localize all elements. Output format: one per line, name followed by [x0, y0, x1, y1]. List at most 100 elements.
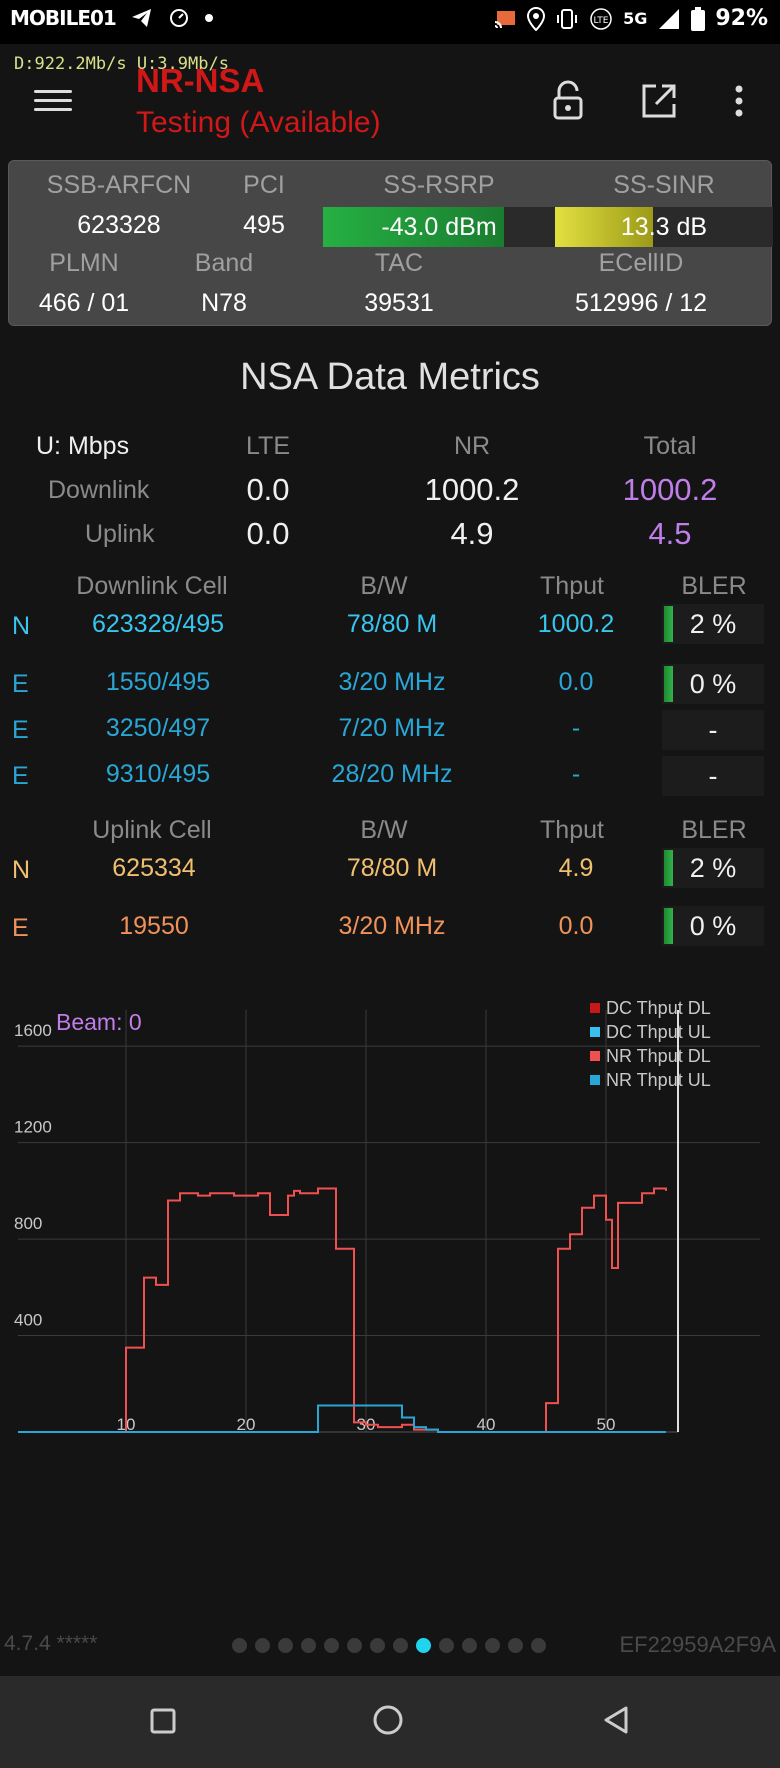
page-dot[interactable] — [347, 1638, 362, 1653]
beam-annotation: Beam: 0 — [56, 1009, 142, 1035]
pci-label: PCI — [243, 171, 285, 199]
uplink-label: Uplink — [85, 520, 155, 548]
unlock-icon[interactable] — [545, 78, 591, 124]
rsrp-meter: -43.0 dBm — [323, 207, 555, 247]
metrics-title: NSA Data Metrics — [240, 356, 540, 398]
ul-row-bler: 2 % — [662, 848, 764, 888]
recents-icon[interactable] — [142, 1700, 182, 1740]
dl-row-type: E — [12, 762, 29, 790]
page-dot[interactable] — [531, 1638, 546, 1653]
page-dot[interactable] — [301, 1638, 316, 1653]
rsrp-label: SS-RSRP — [383, 171, 495, 199]
ul-row-cell: 19550 — [119, 912, 189, 940]
location-icon — [527, 6, 546, 31]
bler-value: - — [708, 761, 718, 791]
downlink-total-value: 1000.2 — [622, 472, 718, 507]
ul-row-bler: 0 % — [662, 906, 764, 946]
battery-percent: 92% — [715, 6, 768, 31]
col-total-header: Total — [643, 432, 697, 460]
legend-swatch — [590, 1051, 600, 1061]
downlink-lte-value: 0.0 — [246, 472, 290, 507]
dl-row-bw: 3/20 MHz — [338, 668, 446, 696]
legend-swatch — [590, 1027, 600, 1037]
brand-logo: MOBILE01 — [10, 6, 117, 30]
page-dot[interactable] — [416, 1638, 431, 1653]
y-tick-label: 800 — [14, 1214, 42, 1233]
app-version: 4.7.4 ***** — [4, 1632, 98, 1655]
page-dot[interactable] — [508, 1638, 523, 1653]
bler-value: 0 % — [689, 911, 737, 941]
bler-value: 2 % — [689, 853, 737, 883]
page-dot[interactable] — [278, 1638, 293, 1653]
legend-label: NR Thput UL — [606, 1070, 711, 1090]
dl-bw-header: B/W — [360, 572, 408, 600]
page-dot[interactable] — [462, 1638, 477, 1653]
tac-label: TAC — [374, 249, 424, 277]
uplink-nr-value: 4.9 — [450, 516, 494, 551]
volte-icon: LTE — [590, 7, 612, 30]
navigation-bar — [0, 1676, 780, 1768]
throughput-chart-svg: 10 20 30 40 5040080012001600 Beam: 0DC Thput … — [14, 998, 760, 1434]
status-bar: MOBILE01 LTE 5G 92% — [0, 0, 780, 44]
y-tick-label: 1600 — [14, 1021, 52, 1040]
dl-row-bler: 2 % — [662, 604, 764, 644]
dl-bler-header: BLER — [681, 572, 747, 600]
menu-icon[interactable] — [34, 84, 72, 114]
signal-icon — [659, 8, 680, 29]
dl-row-thput: 1000.2 — [537, 610, 615, 638]
home-icon[interactable] — [368, 1700, 408, 1740]
y-tick-label: 1200 — [14, 1118, 52, 1137]
series-line — [18, 1187, 667, 1433]
page-dot[interactable] — [324, 1638, 339, 1653]
uplink-lte-value: 0.0 — [246, 516, 290, 551]
dl-row-thput: 0.0 — [558, 668, 594, 696]
ul-bler-header: BLER — [681, 816, 747, 844]
unit-label: U: Mbps — [36, 432, 130, 460]
footer: 4.7.4 ***** EF22959A2F9A — [0, 1630, 780, 1674]
page-dot[interactable] — [485, 1638, 500, 1653]
back-icon[interactable] — [596, 1700, 636, 1740]
dl-row-type: N — [12, 612, 31, 640]
cast-icon — [494, 10, 516, 28]
sinr-meter: 13.3 dB — [555, 207, 773, 247]
dl-cell-header: Downlink Cell — [76, 572, 228, 600]
svg-text:LTE: LTE — [594, 16, 609, 26]
band-value: N78 — [201, 289, 247, 317]
sinr-value: 13.3 dB — [620, 213, 708, 241]
dl-row-thput: - — [571, 714, 581, 742]
app-bar: D:922.2Mb/s U:3.9Mb/s NR-NSA Testing (Av… — [0, 44, 780, 154]
dl-row-bw: 78/80 M — [346, 610, 438, 638]
more-vert-icon[interactable] — [716, 78, 762, 124]
arfcn-value: 623328 — [77, 211, 161, 239]
page-dot[interactable] — [439, 1638, 454, 1653]
bler-value: 2 % — [689, 609, 737, 639]
tac-value: 39531 — [364, 289, 434, 317]
page-dot[interactable] — [232, 1638, 247, 1653]
downlink-label: Downlink — [48, 476, 150, 504]
page-dot[interactable] — [370, 1638, 385, 1653]
cell-info-card: SSB-ARFCN PCI SS-RSRP SS-SINR 623328 495… — [8, 160, 773, 326]
share-icon[interactable] — [636, 78, 682, 124]
col-nr-header: NR — [453, 432, 491, 460]
page-dot[interactable] — [255, 1638, 270, 1653]
battery-icon — [691, 6, 706, 31]
ul-row-thput: 0.0 — [558, 912, 594, 940]
col-lte-header: LTE — [246, 432, 290, 460]
dl-row-cell: 9310/495 — [105, 760, 211, 788]
device-id: EF22959A2F9A — [619, 1632, 776, 1657]
dl-row-cell: 1550/495 — [105, 668, 211, 696]
dl-thput-header: Thput — [540, 572, 604, 600]
throughput-chart: 10 20 30 40 50 400 800 1200 1600 Beam: 0 DC Thput … — [0, 990, 780, 1450]
downlink-nr-value: 1000.2 — [424, 472, 520, 507]
dl-row-bler: - — [662, 756, 764, 796]
series-line — [18, 1404, 666, 1433]
legend-label: DC Thput DL — [606, 998, 711, 1018]
plmn-value: 466 / 01 — [38, 289, 130, 317]
telegram-icon — [131, 9, 151, 27]
page-dot[interactable] — [393, 1638, 408, 1653]
ul-row-type: N — [12, 856, 31, 884]
page-indicator[interactable] — [232, 1638, 546, 1653]
ul-row-bw: 78/80 M — [346, 854, 438, 882]
legend-swatch — [590, 1003, 600, 1013]
dl-row-cell: 3250/497 — [105, 714, 211, 742]
